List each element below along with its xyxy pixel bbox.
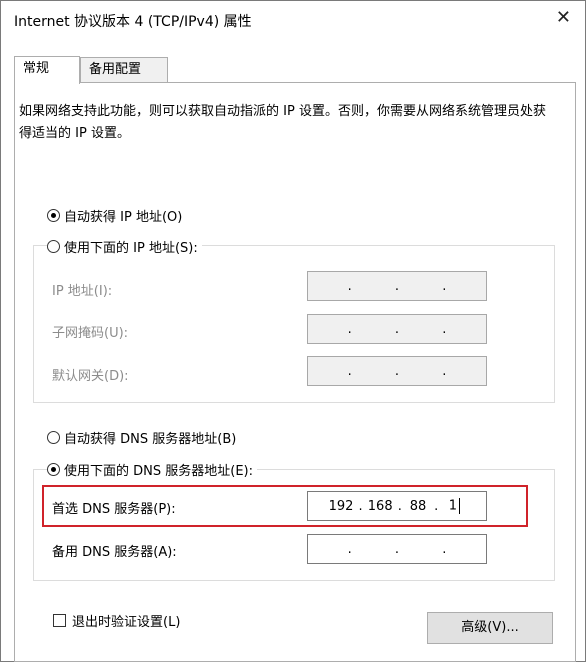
- alternate-dns-field[interactable]: . . .: [307, 534, 487, 564]
- text-caret: [459, 498, 461, 514]
- dialog-window: Internet 协议版本 4 (TCP/IPv4) 属性 ✕ 常规 备用配置 …: [0, 0, 586, 662]
- radio-manual-ip[interactable]: 使用下面的 IP 地址(S):: [47, 237, 202, 256]
- default-gateway-label: 默认网关(D):: [52, 369, 129, 384]
- radio-auto-dns[interactable]: 自动获得 DNS 服务器地址(B): [47, 428, 241, 447]
- default-gateway-field[interactable]: . . .: [307, 356, 487, 386]
- radio-manual-dns-label: 使用下面的 DNS 服务器地址(E):: [64, 464, 253, 479]
- radio-manual-ip-label: 使用下面的 IP 地址(S):: [64, 241, 198, 256]
- description-text: 如果网络支持此功能，则可以获取自动指派的 IP 设置。否则，你需要从网络系统管理…: [19, 104, 546, 141]
- radio-auto-ip[interactable]: 自动获得 IP 地址(O): [47, 206, 187, 225]
- ip-address-label: IP 地址(I):: [52, 284, 113, 299]
- preferred-dns-label: 首选 DNS 服务器(P):: [52, 502, 176, 517]
- validate-on-exit-row[interactable]: 退出时验证设置(L): [53, 611, 180, 630]
- ip-address-field[interactable]: . . .: [307, 271, 487, 301]
- validate-on-exit-checkbox[interactable]: [53, 614, 66, 627]
- radio-auto-dns-indicator[interactable]: [47, 431, 60, 444]
- window-title: Internet 协议版本 4 (TCP/IPv4) 属性: [14, 14, 252, 30]
- radio-manual-dns-indicator[interactable]: [47, 463, 60, 476]
- preferred-dns-field[interactable]: 192 . 168 . 88 . 1: [307, 491, 487, 521]
- title-bar: Internet 协议版本 4 (TCP/IPv4) 属性 ✕: [1, 1, 585, 39]
- radio-auto-dns-label: 自动获得 DNS 服务器地址(B): [64, 432, 237, 447]
- close-icon[interactable]: ✕: [556, 6, 571, 30]
- radio-manual-ip-indicator[interactable]: [47, 240, 60, 253]
- subnet-mask-label: 子网掩码(U):: [52, 326, 129, 341]
- alternate-dns-label: 备用 DNS 服务器(A):: [52, 545, 177, 560]
- radio-manual-dns[interactable]: 使用下面的 DNS 服务器地址(E):: [47, 460, 257, 479]
- radio-auto-ip-indicator[interactable]: [47, 209, 60, 222]
- validate-on-exit-label: 退出时验证设置(L): [72, 615, 181, 630]
- subnet-mask-field[interactable]: . . .: [307, 314, 487, 344]
- tab-general[interactable]: 常规: [14, 56, 80, 84]
- advanced-button[interactable]: 高级(V)...: [427, 612, 553, 644]
- tab-alternate-config[interactable]: 备用配置: [80, 57, 168, 82]
- radio-auto-ip-label: 自动获得 IP 地址(O): [64, 210, 183, 225]
